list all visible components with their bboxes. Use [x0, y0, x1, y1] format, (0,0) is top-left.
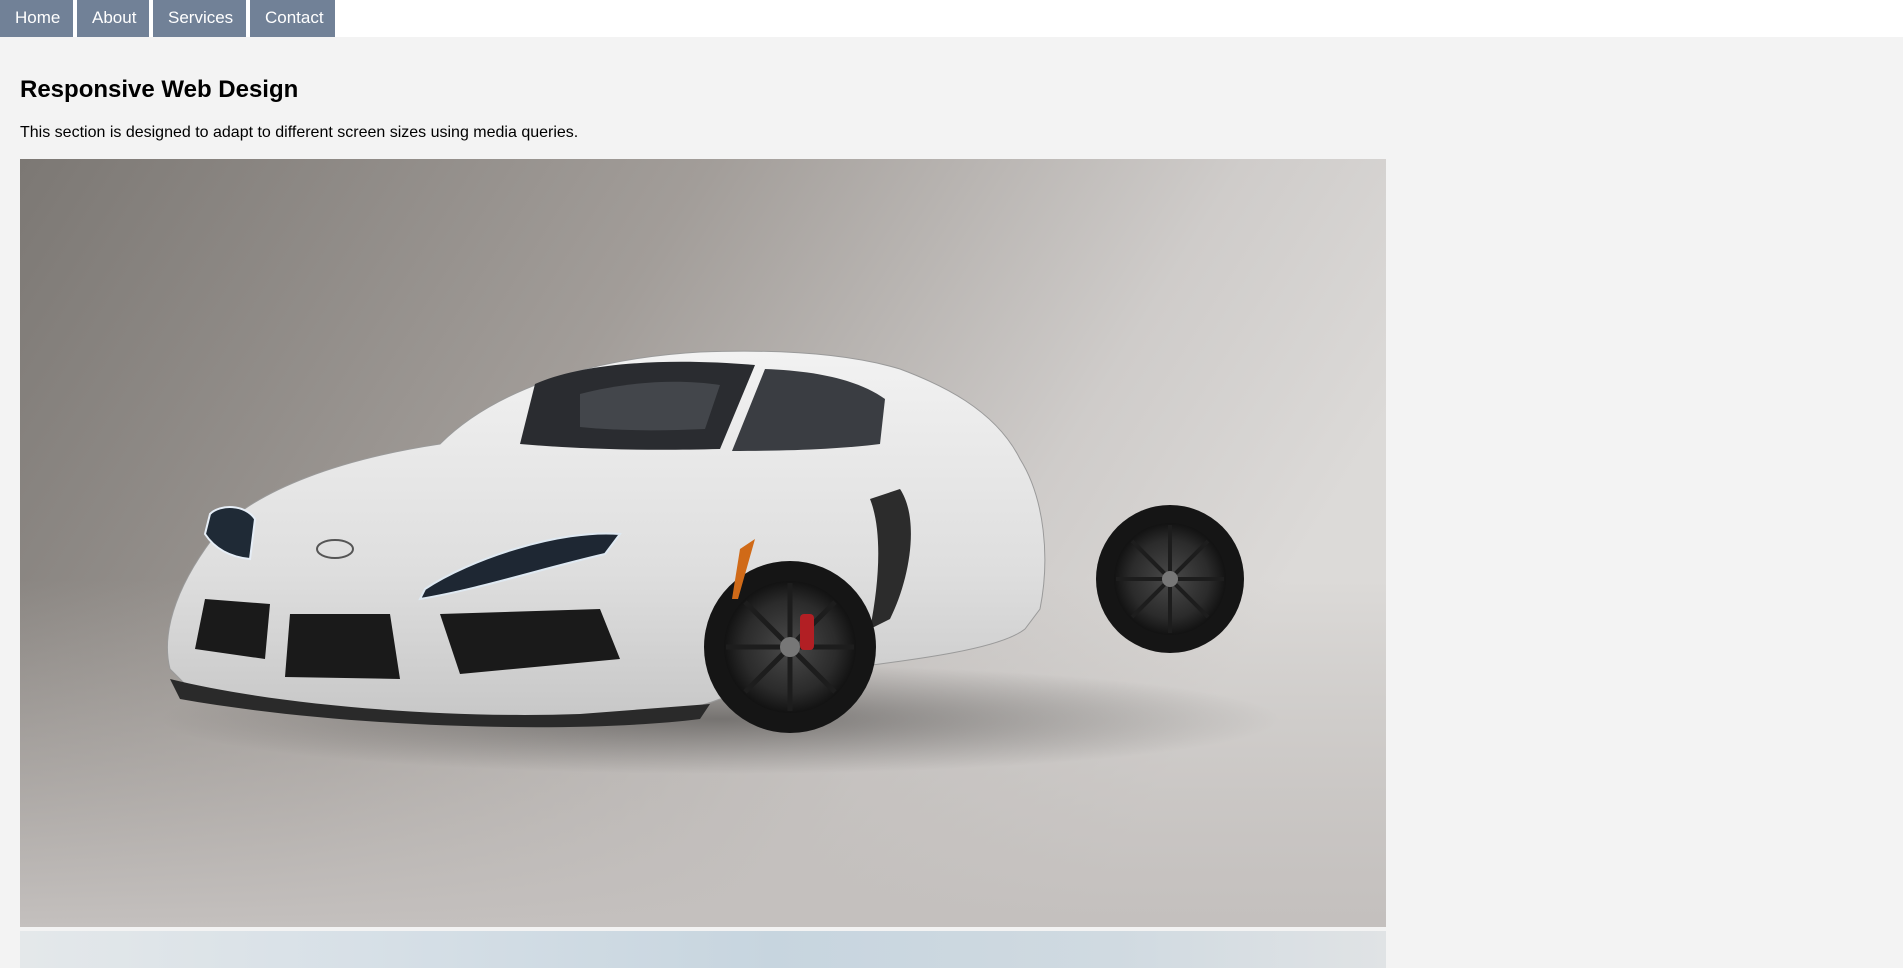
nav-services-link[interactable]: Services [153, 0, 246, 37]
page-title: Responsive Web Design [20, 76, 299, 103]
nav-about-link[interactable]: About [77, 0, 149, 37]
top-navigation: Home About Services Contact [0, 0, 1903, 37]
page-description: This section is designed to adapt to dif… [20, 124, 579, 141]
nav-home-link[interactable]: Home [0, 0, 73, 37]
nav-contact-link[interactable]: Contact [250, 0, 335, 37]
car-image [20, 159, 1386, 927]
second-image [20, 931, 1386, 968]
